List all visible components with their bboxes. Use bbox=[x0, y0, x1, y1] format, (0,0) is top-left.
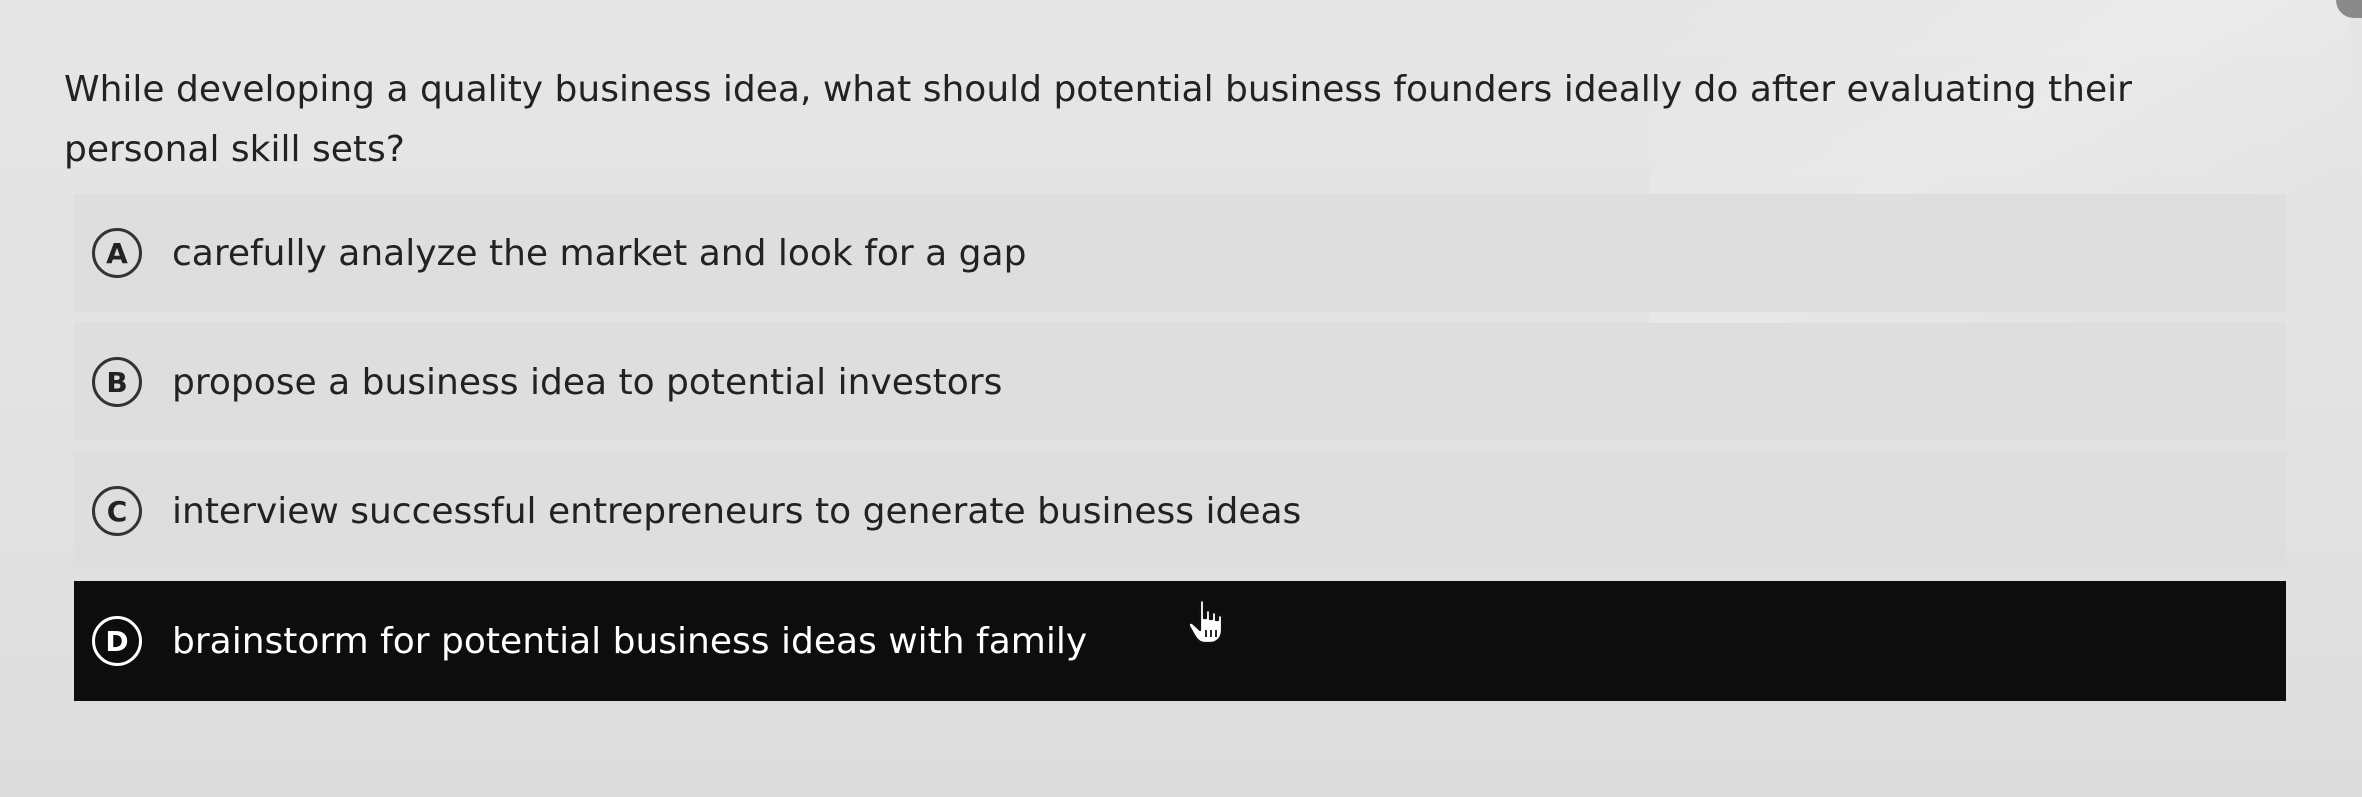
option-a-label: carefully analyze the market and look fo… bbox=[172, 232, 1027, 274]
option-a[interactable]: A carefully analyze the market and look … bbox=[74, 194, 2286, 312]
quiz-container: While developing a quality business idea… bbox=[0, 0, 2362, 797]
question-text: While developing a quality business idea… bbox=[64, 69, 2132, 170]
corner-shadow bbox=[2336, 0, 2362, 18]
option-c-label: interview successful entrepreneurs to ge… bbox=[172, 490, 1302, 532]
option-d-label: brainstorm for potential business ideas … bbox=[172, 620, 1088, 662]
option-d[interactable]: D brainstorm for potential business idea… bbox=[74, 581, 2286, 701]
hand-pointer-icon bbox=[1187, 599, 1224, 645]
option-c[interactable]: C interview successful entrepreneurs to … bbox=[74, 452, 2286, 570]
answer-options: A carefully analyze the market and look … bbox=[74, 194, 2286, 712]
option-b-label: propose a business idea to potential inv… bbox=[172, 361, 1003, 403]
option-c-letter-badge: C bbox=[92, 486, 142, 536]
option-d-letter-badge: D bbox=[92, 616, 142, 666]
option-b-letter-badge: B bbox=[92, 357, 142, 407]
option-a-letter-badge: A bbox=[92, 228, 142, 278]
option-b[interactable]: B propose a business idea to potential i… bbox=[74, 323, 2286, 441]
